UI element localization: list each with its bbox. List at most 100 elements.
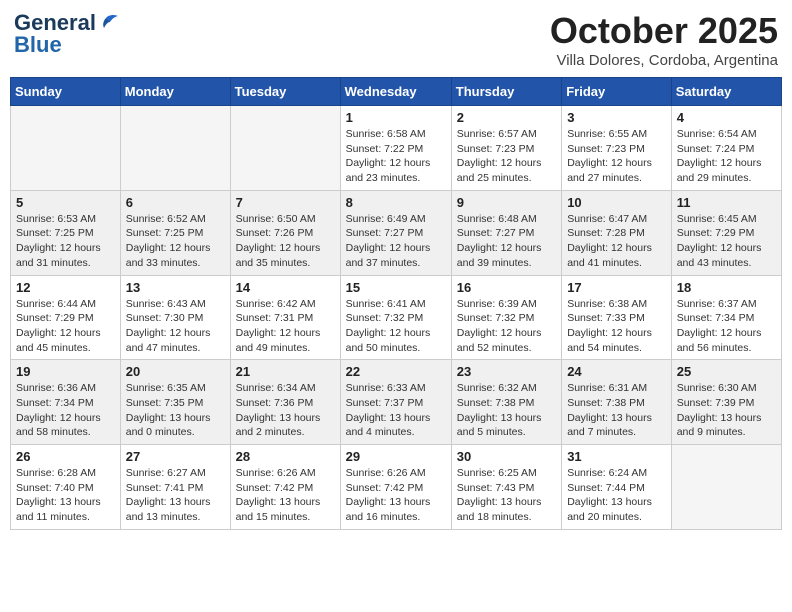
day-info: Sunrise: 6:25 AM Sunset: 7:43 PM Dayligh… — [457, 466, 556, 525]
calendar-cell: 15 Sunrise: 6:41 AM Sunset: 7:32 PM Dayli… — [340, 275, 451, 360]
weekday-header-sunday: Sunday — [11, 78, 121, 106]
day-number: 16 — [457, 280, 556, 295]
day-info: Sunrise: 6:36 AM Sunset: 7:34 PM Dayligh… — [16, 381, 115, 440]
calendar-cell: 9Sunrise: 6:48 AM Sunset: 7:27 PM Daylig… — [451, 190, 561, 275]
day-info: Sunrise: 6:28 AM Sunset: 7:40 PM Dayligh… — [16, 466, 115, 525]
logo-bird-icon — [98, 14, 120, 32]
calendar-cell: 10 Sunrise: 6:47 AM Sunset: 7:28 PM Dayli… — [562, 190, 672, 275]
day-info: Sunrise: 6:53 AM Sunset: 7:25 PM Dayligh… — [16, 212, 115, 271]
day-number: 5 — [16, 195, 115, 210]
logo: General Blue — [14, 10, 120, 58]
calendar-cell: 7 Sunrise: 6:50 AM Sunset: 7:26 PM Daylig… — [230, 190, 340, 275]
calendar-cell — [11, 106, 121, 191]
day-number: 29 — [346, 449, 446, 464]
calendar-cell: 14 Sunrise: 6:42 AM Sunset: 7:31 PM Dayli… — [230, 275, 340, 360]
logo-blue: Blue — [14, 32, 62, 58]
weekday-header-saturday: Saturday — [671, 78, 781, 106]
day-number: 17 — [567, 280, 666, 295]
calendar-cell: 25Sunrise: 6:30 AM Sunset: 7:39 PM Dayli… — [671, 360, 781, 445]
page-header: General Blue October 2025 Villa Dolores,… — [10, 10, 782, 69]
day-number: 14 — [236, 280, 335, 295]
day-info: Sunrise: 6:47 AM Sunset: 7:28 PM Dayligh… — [567, 212, 666, 271]
calendar-cell: 23 Sunrise: 6:32 AM Sunset: 7:38 PM Dayli… — [451, 360, 561, 445]
calendar-table: SundayMondayTuesdayWednesdayThursdayFrid… — [10, 77, 782, 530]
day-info: Sunrise: 6:34 AM Sunset: 7:36 PM Dayligh… — [236, 381, 335, 440]
day-info: Sunrise: 6:30 AM Sunset: 7:39 PM Dayligh… — [677, 381, 776, 440]
day-info: Sunrise: 6:24 AM Sunset: 7:44 PM Dayligh… — [567, 466, 666, 525]
calendar-cell: 21Sunrise: 6:34 AM Sunset: 7:36 PM Dayli… — [230, 360, 340, 445]
day-number: 31 — [567, 449, 666, 464]
calendar-cell: 22 Sunrise: 6:33 AM Sunset: 7:37 PM Dayli… — [340, 360, 451, 445]
calendar-cell: 30 Sunrise: 6:25 AM Sunset: 7:43 PM Dayli… — [451, 445, 561, 530]
day-info: Sunrise: 6:33 AM Sunset: 7:37 PM Dayligh… — [346, 381, 446, 440]
calendar-cell: 12 Sunrise: 6:44 AM Sunset: 7:29 PM Dayli… — [11, 275, 121, 360]
day-number: 19 — [16, 364, 115, 379]
day-info: Sunrise: 6:44 AM Sunset: 7:29 PM Dayligh… — [16, 297, 115, 356]
day-number: 6 — [126, 195, 225, 210]
day-number: 12 — [16, 280, 115, 295]
calendar-cell: 5 Sunrise: 6:53 AM Sunset: 7:25 PM Daylig… — [11, 190, 121, 275]
calendar-cell: 17 Sunrise: 6:38 AM Sunset: 7:33 PM Dayli… — [562, 275, 672, 360]
day-number: 1 — [346, 110, 446, 125]
day-number: 20 — [126, 364, 225, 379]
day-info: Sunrise: 6:57 AM Sunset: 7:23 PM Dayligh… — [457, 127, 556, 186]
day-info: Sunrise: 6:38 AM Sunset: 7:33 PM Dayligh… — [567, 297, 666, 356]
calendar-cell: 19 Sunrise: 6:36 AM Sunset: 7:34 PM Dayli… — [11, 360, 121, 445]
day-info: Sunrise: 6:31 AM Sunset: 7:38 PM Dayligh… — [567, 381, 666, 440]
day-number: 24 — [567, 364, 666, 379]
day-info: Sunrise: 6:32 AM Sunset: 7:38 PM Dayligh… — [457, 381, 556, 440]
calendar-cell: 28 Sunrise: 6:26 AM Sunset: 7:42 PM Dayli… — [230, 445, 340, 530]
day-number: 28 — [236, 449, 335, 464]
weekday-header-tuesday: Tuesday — [230, 78, 340, 106]
weekday-header-wednesday: Wednesday — [340, 78, 451, 106]
day-number: 15 — [346, 280, 446, 295]
weekday-header-thursday: Thursday — [451, 78, 561, 106]
day-info: Sunrise: 6:26 AM Sunset: 7:42 PM Dayligh… — [346, 466, 446, 525]
calendar-cell: 26 Sunrise: 6:28 AM Sunset: 7:40 PM Dayli… — [11, 445, 121, 530]
calendar-cell: 24 Sunrise: 6:31 AM Sunset: 7:38 PM Dayli… — [562, 360, 672, 445]
title-block: October 2025 Villa Dolores, Cordoba, Arg… — [550, 10, 778, 69]
day-number: 26 — [16, 449, 115, 464]
day-number: 23 — [457, 364, 556, 379]
calendar-cell: 3Sunrise: 6:55 AM Sunset: 7:23 PM Daylig… — [562, 106, 672, 191]
calendar-cell: 8 Sunrise: 6:49 AM Sunset: 7:27 PM Daylig… — [340, 190, 451, 275]
calendar-cell: 11Sunrise: 6:45 AM Sunset: 7:29 PM Dayli… — [671, 190, 781, 275]
day-number: 9 — [457, 195, 556, 210]
weekday-header-friday: Friday — [562, 78, 672, 106]
calendar-week-2: 5 Sunrise: 6:53 AM Sunset: 7:25 PM Daylig… — [11, 190, 782, 275]
calendar-cell: 31 Sunrise: 6:24 AM Sunset: 7:44 PM Dayli… — [562, 445, 672, 530]
calendar-cell — [120, 106, 230, 191]
day-info: Sunrise: 6:50 AM Sunset: 7:26 PM Dayligh… — [236, 212, 335, 271]
day-number: 3 — [567, 110, 666, 125]
day-number: 10 — [567, 195, 666, 210]
day-number: 8 — [346, 195, 446, 210]
calendar-week-3: 12 Sunrise: 6:44 AM Sunset: 7:29 PM Dayli… — [11, 275, 782, 360]
day-info: Sunrise: 6:42 AM Sunset: 7:31 PM Dayligh… — [236, 297, 335, 356]
calendar-cell: 13 Sunrise: 6:43 AM Sunset: 7:30 PM Dayli… — [120, 275, 230, 360]
calendar-cell: 27Sunrise: 6:27 AM Sunset: 7:41 PM Dayli… — [120, 445, 230, 530]
day-info: Sunrise: 6:41 AM Sunset: 7:32 PM Dayligh… — [346, 297, 446, 356]
month-title: October 2025 — [550, 10, 778, 52]
day-info: Sunrise: 6:26 AM Sunset: 7:42 PM Dayligh… — [236, 466, 335, 525]
day-info: Sunrise: 6:27 AM Sunset: 7:41 PM Dayligh… — [126, 466, 225, 525]
calendar-cell: 1Sunrise: 6:58 AM Sunset: 7:22 PM Daylig… — [340, 106, 451, 191]
day-number: 7 — [236, 195, 335, 210]
calendar-cell: 18Sunrise: 6:37 AM Sunset: 7:34 PM Dayli… — [671, 275, 781, 360]
weekday-header-monday: Monday — [120, 78, 230, 106]
calendar-cell: 2Sunrise: 6:57 AM Sunset: 7:23 PM Daylig… — [451, 106, 561, 191]
calendar-week-4: 19 Sunrise: 6:36 AM Sunset: 7:34 PM Dayli… — [11, 360, 782, 445]
location-subtitle: Villa Dolores, Cordoba, Argentina — [550, 52, 778, 69]
calendar-week-5: 26 Sunrise: 6:28 AM Sunset: 7:40 PM Dayli… — [11, 445, 782, 530]
calendar-cell: 4Sunrise: 6:54 AM Sunset: 7:24 PM Daylig… — [671, 106, 781, 191]
day-info: Sunrise: 6:43 AM Sunset: 7:30 PM Dayligh… — [126, 297, 225, 356]
day-number: 22 — [346, 364, 446, 379]
day-info: Sunrise: 6:54 AM Sunset: 7:24 PM Dayligh… — [677, 127, 776, 186]
day-number: 18 — [677, 280, 776, 295]
day-number: 30 — [457, 449, 556, 464]
day-number: 13 — [126, 280, 225, 295]
calendar-cell — [671, 445, 781, 530]
day-info: Sunrise: 6:45 AM Sunset: 7:29 PM Dayligh… — [677, 212, 776, 271]
calendar-cell — [230, 106, 340, 191]
day-info: Sunrise: 6:49 AM Sunset: 7:27 PM Dayligh… — [346, 212, 446, 271]
calendar-cell: 20Sunrise: 6:35 AM Sunset: 7:35 PM Dayli… — [120, 360, 230, 445]
